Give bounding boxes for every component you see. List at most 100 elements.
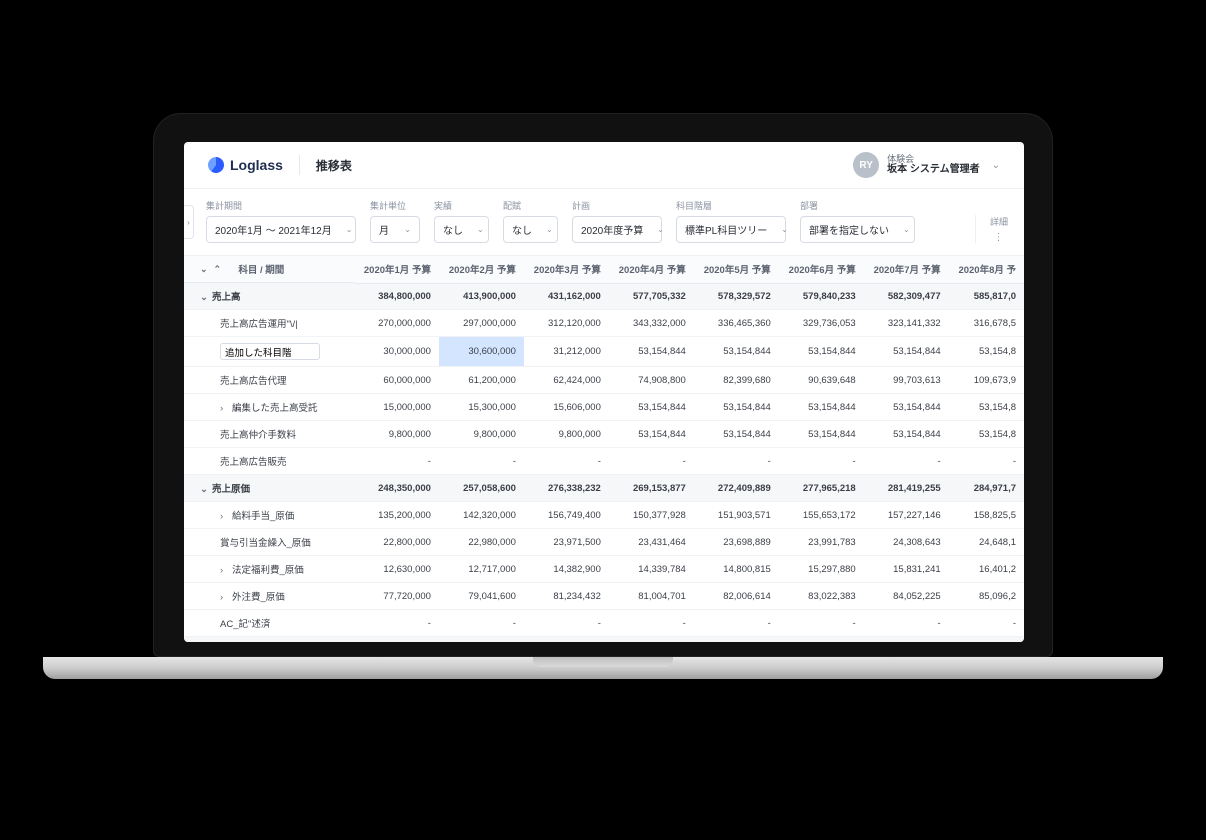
data-cell[interactable]: 136,450,000 <box>354 637 439 643</box>
data-cell[interactable]: - <box>864 610 949 637</box>
data-cell[interactable]: 53,154,844 <box>864 337 949 367</box>
data-cell[interactable]: 53,154,844 <box>694 394 779 421</box>
data-cell[interactable]: 300,890,222 <box>864 637 949 643</box>
data-cell[interactable]: - <box>779 610 864 637</box>
data-cell[interactable]: - <box>949 448 1024 475</box>
data-cell[interactable]: - <box>864 448 949 475</box>
data-cell[interactable]: 300,845,2 <box>949 637 1024 643</box>
data-cell[interactable]: 30,600,000 <box>439 337 524 367</box>
column-header[interactable]: 2020年1月 予算 <box>354 256 439 283</box>
data-cell[interactable]: 22,980,000 <box>439 529 524 556</box>
data-cell[interactable]: 312,120,000 <box>524 310 609 337</box>
data-cell[interactable]: - <box>354 610 439 637</box>
data-cell[interactable]: - <box>524 610 609 637</box>
data-cell[interactable]: 53,154,844 <box>609 421 694 448</box>
data-cell[interactable]: - <box>949 610 1024 637</box>
data-cell[interactable]: 336,465,360 <box>694 310 779 337</box>
data-cell[interactable]: 257,058,600 <box>439 475 524 502</box>
data-cell[interactable]: 53,154,844 <box>694 337 779 367</box>
data-cell[interactable]: 53,154,844 <box>779 337 864 367</box>
data-cell[interactable]: 60,000,000 <box>354 367 439 394</box>
data-cell[interactable]: 53,154,844 <box>694 421 779 448</box>
data-cell[interactable]: 270,000,000 <box>354 310 439 337</box>
data-cell[interactable]: 22,800,000 <box>354 529 439 556</box>
data-cell[interactable]: 99,703,613 <box>864 367 949 394</box>
data-cell[interactable]: 61,200,000 <box>439 367 524 394</box>
data-cell[interactable]: 269,153,877 <box>609 475 694 502</box>
data-cell[interactable]: 12,630,000 <box>354 556 439 583</box>
row-first-cell[interactable]: ⌄売上原価 <box>184 475 354 502</box>
data-cell[interactable]: 53,154,8 <box>949 337 1024 367</box>
data-cell[interactable]: 316,678,5 <box>949 310 1024 337</box>
data-cell[interactable]: 284,971,7 <box>949 475 1024 502</box>
actual-select[interactable]: なし ⌄ <box>434 216 489 243</box>
data-cell[interactable]: 150,377,928 <box>609 502 694 529</box>
data-cell[interactable]: 53,154,8 <box>949 394 1024 421</box>
column-header[interactable]: 2020年3月 予算 <box>524 256 609 283</box>
data-cell[interactable]: 277,965,218 <box>779 475 864 502</box>
row-first-cell[interactable]: ›法定福利費_原価 <box>184 556 354 583</box>
tree-select[interactable]: 標準PL科目ツリー ⌄ <box>676 216 786 243</box>
dept-select[interactable]: 部署を指定しない ⌄ <box>800 216 915 243</box>
data-cell[interactable]: 79,041,600 <box>439 583 524 610</box>
data-cell[interactable]: 53,154,844 <box>779 394 864 421</box>
data-cell[interactable]: - <box>779 448 864 475</box>
data-cell[interactable]: 343,332,000 <box>609 310 694 337</box>
data-cell[interactable]: 15,300,000 <box>439 394 524 421</box>
row-collapse-icon[interactable]: ⌄ <box>200 292 208 303</box>
data-cell[interactable]: 582,309,477 <box>864 283 949 310</box>
data-cell[interactable]: 272,409,889 <box>694 475 779 502</box>
data-cell[interactable]: 579,840,233 <box>779 283 864 310</box>
data-cell[interactable]: 62,424,000 <box>524 367 609 394</box>
row-expand-icon[interactable]: › <box>220 511 228 522</box>
data-cell[interactable]: - <box>524 448 609 475</box>
data-cell[interactable]: 329,736,053 <box>779 310 864 337</box>
column-header[interactable]: 2020年2月 予算 <box>439 256 524 283</box>
data-cell[interactable]: 15,297,880 <box>779 556 864 583</box>
data-cell[interactable]: 297,000,000 <box>439 310 524 337</box>
column-header[interactable]: 2020年5月 予算 <box>694 256 779 283</box>
row-label-input[interactable] <box>220 343 320 360</box>
data-cell[interactable]: 157,227,146 <box>864 502 949 529</box>
data-cell[interactable]: 82,399,680 <box>694 367 779 394</box>
data-cell[interactable]: 23,698,889 <box>694 529 779 556</box>
data-cell[interactable]: - <box>609 448 694 475</box>
data-cell[interactable]: 90,639,648 <box>779 367 864 394</box>
unit-select[interactable]: 月 ⌄ <box>370 216 420 243</box>
row-first-cell[interactable]: ›外注費_原価 <box>184 583 354 610</box>
row-expand-icon[interactable]: › <box>220 565 228 576</box>
data-cell[interactable]: 154,823,768 <box>524 637 609 643</box>
data-cell[interactable]: 74,908,800 <box>609 367 694 394</box>
row-first-cell[interactable]: ⌄売上高 <box>184 283 354 310</box>
data-cell[interactable]: 85,096,2 <box>949 583 1024 610</box>
data-cell[interactable]: 84,052,225 <box>864 583 949 610</box>
data-cell[interactable]: 24,308,643 <box>864 529 949 556</box>
data-cell[interactable]: 30,000,000 <box>354 337 439 367</box>
data-cell[interactable]: 9,800,000 <box>524 421 609 448</box>
data-cell[interactable]: 156,749,400 <box>524 502 609 529</box>
data-cell[interactable]: 15,831,241 <box>864 556 949 583</box>
data-cell[interactable]: 142,320,000 <box>439 502 524 529</box>
data-cell[interactable]: 413,900,000 <box>439 283 524 310</box>
data-cell[interactable]: - <box>439 610 524 637</box>
data-cell[interactable]: 53,154,8 <box>949 421 1024 448</box>
data-cell[interactable]: 23,431,464 <box>609 529 694 556</box>
column-header[interactable]: 2020年4月 予算 <box>609 256 694 283</box>
data-cell[interactable]: 281,419,255 <box>864 475 949 502</box>
user-menu[interactable]: RY 体験会 坂本 システム管理者 ⌄ <box>853 152 1000 178</box>
data-cell[interactable]: 9,800,000 <box>439 421 524 448</box>
data-cell[interactable]: 16,401,2 <box>949 556 1024 583</box>
data-cell[interactable]: 23,971,500 <box>524 529 609 556</box>
alloc-select[interactable]: なし ⌄ <box>503 216 558 243</box>
data-cell[interactable]: 77,720,000 <box>354 583 439 610</box>
collapse-all-icon[interactable]: ⌄ <box>200 264 208 275</box>
data-cell[interactable]: 14,339,784 <box>609 556 694 583</box>
data-cell[interactable]: 12,717,000 <box>439 556 524 583</box>
data-cell[interactable]: 156,841,400 <box>439 637 524 643</box>
data-cell[interactable]: 83,022,383 <box>779 583 864 610</box>
data-cell[interactable]: 53,154,844 <box>609 394 694 421</box>
row-expand-icon[interactable]: › <box>220 403 228 414</box>
expand-all-icon[interactable]: ⌃ <box>214 264 222 275</box>
sidebar-expand-handle[interactable]: › <box>184 205 194 239</box>
data-cell[interactable]: 301,875,015 <box>779 637 864 643</box>
